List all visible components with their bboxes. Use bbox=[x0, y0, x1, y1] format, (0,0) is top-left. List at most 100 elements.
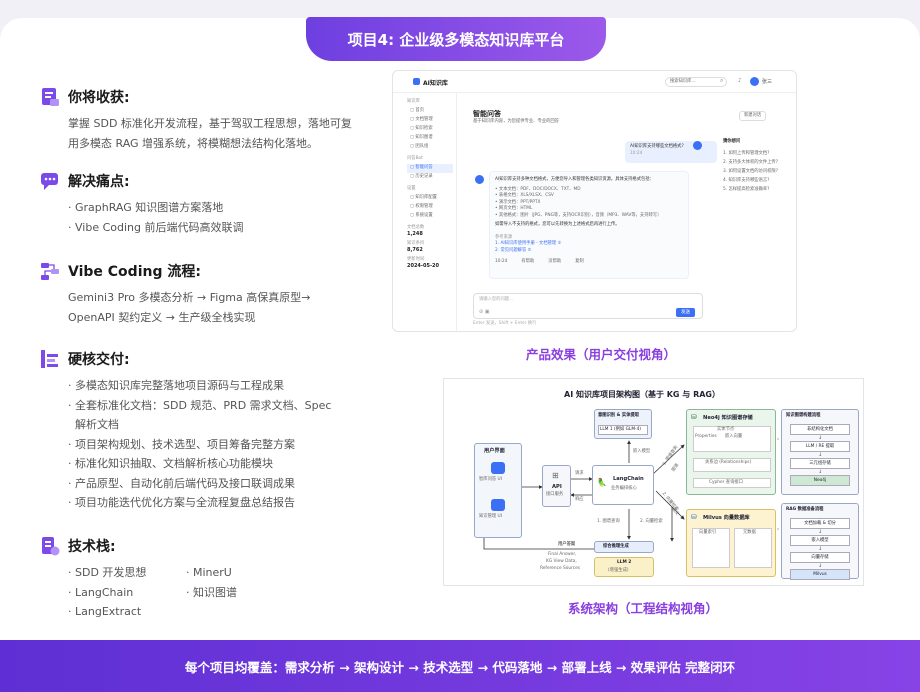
chat-page-subtitle: 基于知识库内容，为您提供专业、专业的回答 bbox=[473, 119, 559, 124]
nav-group: 问答Bot bbox=[407, 156, 423, 161]
pain-list: · GraphRAG 知识图谱方案落地 · Vibe Coding 前后端代码高效… bbox=[68, 198, 360, 237]
section-title: Vibe Coding 流程: bbox=[68, 264, 201, 280]
sidebar-item[interactable]: ▢ 历史记录 bbox=[407, 173, 453, 182]
search-input[interactable]: 搜索知识库... bbox=[665, 77, 727, 87]
sidebar-item[interactable]: ▢ 知识检索 bbox=[407, 125, 453, 134]
suggest-item[interactable]: 5. 怎样提高检索准确率? bbox=[723, 185, 795, 194]
reference-link[interactable]: 2. 常见问题解答 ② bbox=[495, 248, 683, 255]
list-item: · 知识图谱 bbox=[186, 585, 237, 599]
api-box: ⊞ API 接口服务 bbox=[542, 465, 571, 507]
bot-avatar-icon bbox=[475, 175, 484, 184]
section-stack: 技术栈: · SDD 开发思想 · LangChain · LangExtract … bbox=[40, 535, 370, 622]
sidebar-item[interactable]: ▢ 知识图谱 bbox=[407, 134, 453, 143]
chat-icon bbox=[40, 171, 60, 191]
bot-actions: 10:24 有帮助 没帮助 复制 bbox=[495, 259, 683, 266]
user-name: 张三 bbox=[762, 79, 773, 85]
suggest-list: 1. 如何上传和管理文档? 2. 支持多大体积的文件上传? 3. 如何设置文档的访问… bbox=[723, 149, 795, 194]
suggest-item[interactable]: 2. 支持多大体积的文件上传? bbox=[723, 158, 795, 167]
list-item: · MinerU bbox=[186, 566, 232, 579]
sidebar-item[interactable]: ▢ 首页 bbox=[407, 107, 453, 116]
stat-value: 1,248 bbox=[407, 231, 423, 237]
footer-banner: 每个项目均覆盖：需求分析 → 架构设计 → 技术选型 → 代码落地 → 部署上线… bbox=[0, 640, 920, 692]
bot-action: 10:24 bbox=[495, 259, 508, 264]
section-title: 硬核交付: bbox=[68, 352, 130, 368]
database-icon: ⛁ bbox=[691, 413, 697, 421]
flow-step: 向量存储 bbox=[790, 552, 850, 563]
qa-ui-icon bbox=[491, 462, 505, 474]
question-input[interactable]: 请输入您的问题... ⊘ ▣ 发送 bbox=[473, 293, 703, 319]
flow-step: 三元组存储 bbox=[790, 458, 850, 469]
vector-db-icon: ⛁ bbox=[691, 513, 697, 521]
bot-format-list: • 文本文档：PDF、DOC/DOCX、TXT、MD • 表格文档：XLS/XLS… bbox=[495, 187, 683, 220]
bot-action: 复制 bbox=[575, 259, 584, 264]
suggest-item[interactable]: 4. 知识库支持哪些语言? bbox=[723, 176, 795, 185]
search-icon[interactable]: ⌕ bbox=[720, 77, 723, 85]
document-icon bbox=[40, 87, 60, 107]
bot-action: 有帮助 bbox=[521, 259, 535, 264]
list-item: · 多模态知识库完整落地项目源码与工程成果 bbox=[68, 379, 284, 392]
section-text: 掌握 SDD 标准化开发流程，基于驾驭工程思想，落地可复用多模态 RAG 增强系… bbox=[68, 117, 352, 150]
stat-value: 2024-05-20 bbox=[407, 263, 439, 269]
sidebar-item[interactable]: ▢ 权限管理 bbox=[407, 203, 453, 212]
sidebar-item[interactable]: ▢ 智能问答 bbox=[407, 164, 453, 173]
architecture-diagram: AI 知识库项目架构图（基于 KG 与 RAG） 用户界面 智库问答 UI 知识… bbox=[443, 378, 864, 586]
chart-icon bbox=[40, 349, 60, 369]
flow-step: 非结构化文档 bbox=[790, 424, 850, 435]
section-title: 你将收获: bbox=[68, 90, 130, 106]
kb-ui-icon bbox=[491, 499, 505, 511]
langchain-box: 🦜 LangChain 业务编排核心 bbox=[592, 465, 654, 505]
sidebar-item[interactable]: ▢ 知识库配置 bbox=[407, 194, 453, 203]
attach-icon[interactable]: ⊘ ▣ bbox=[479, 309, 490, 315]
avatar[interactable] bbox=[750, 77, 759, 86]
bot-format-item: • 其他格式：图片（JPG、PNG等，支持OCR识别），音频（MP3、WAV等，… bbox=[495, 212, 662, 218]
list-item: · LangExtract bbox=[68, 605, 142, 618]
suggest-item[interactable]: 3. 如何设置文档的访问权限? bbox=[723, 167, 795, 176]
list-item: · 产品原型、自动化前后端代码及接口联调成果 bbox=[68, 476, 295, 490]
new-chat-button[interactable]: 新建对话 bbox=[739, 111, 767, 121]
list-item: · 全套标准化文档：SDD 规范、PRD 需求文档、Spec bbox=[68, 398, 332, 412]
flow-step: 嵌入模型 bbox=[790, 535, 850, 546]
stat-value: 8,762 bbox=[407, 247, 423, 253]
app-header: AI知识库 搜索知识库... ⌕ ♪ 张三 bbox=[393, 71, 796, 93]
architecture-caption: 系统架构（工程结构视角） bbox=[568, 601, 719, 616]
bell-icon[interactable]: ♪ bbox=[738, 77, 742, 84]
langchain-icon: 🦜 bbox=[597, 478, 607, 487]
sidebar-item[interactable]: ▢ 文档管理 bbox=[407, 116, 453, 125]
sidebar-item[interactable]: ▢ 系统设置 bbox=[407, 212, 453, 221]
stack-col-1: · SDD 开发思想 · LangChain · LangExtract bbox=[68, 563, 186, 622]
list-item: · 项目功能迭代优化方案与全流程复盘总结报告 bbox=[68, 496, 295, 509]
stack-col-2: · MinerU · 知识图谱 bbox=[186, 563, 237, 622]
flow-lines: Gemini3 Pro 多模态分析 → Figma 高保真原型→ OpenAPI … bbox=[68, 288, 370, 328]
product-caption: 产品效果（用户交付视角） bbox=[526, 347, 677, 362]
arch-title: AI 知识库项目架构图（基于 KG 与 RAG） bbox=[564, 390, 720, 399]
flow-line: OpenAPI 契约定义 → 生产级全栈实现 bbox=[68, 311, 256, 324]
kg-flow-box: 知识图谱构建流程 非结构化文档 ↓ LLM / RE 提取 ↓ 三元组存储 ↓ Neo4j bbox=[781, 409, 859, 495]
list-item: 解析文档 bbox=[68, 418, 119, 431]
send-button[interactable]: 发送 bbox=[676, 308, 695, 317]
deliver-list: · 多模态知识库完整落地项目源码与工程成果 · 全套标准化文档：SDD 规范、PR… bbox=[68, 376, 370, 513]
flow-step: 文档加载 & 切分 bbox=[790, 518, 850, 529]
product-screenshot: AI知识库 搜索知识库... ⌕ ♪ 张三 知识库 ▢ 首页 ▢ 文档管理 ▢ 知识检… bbox=[392, 70, 797, 332]
bot-message: AI知识库支持多种文档格式，方便您导入和管理各类知识资源。具体支持格式包括： •… bbox=[489, 171, 689, 279]
suggest-item[interactable]: 1. 如何上传和管理文档? bbox=[723, 149, 795, 158]
chat-page-title: 智能问答 bbox=[473, 110, 501, 118]
neo4j-box: ⛁ Neo4j 知识图谱存储 实体节点 Properties 嵌入向量 关系边 … bbox=[686, 409, 776, 495]
ui-box: 用户界面 智库问答 UI 知识管理 UI bbox=[474, 443, 522, 538]
bot-action: 没帮助 bbox=[548, 259, 562, 264]
flow-step: LLM / RE 提取 bbox=[790, 441, 850, 452]
section-pain: 解决痛点: · GraphRAG 知识图谱方案落地 · Vibe Coding 前… bbox=[40, 170, 360, 237]
list-item: · Vibe Coding 前后端代码高效联调 bbox=[68, 220, 244, 234]
section-title: 技术栈: bbox=[68, 539, 116, 555]
list-item: · GraphRAG 知识图谱方案落地 bbox=[68, 201, 224, 214]
sidebar: 知识库 ▢ 首页 ▢ 文档管理 ▢ 知识检索 ▢ 知识图谱 ▢ 团队组问答Bot ▢ 智能问… bbox=[393, 93, 457, 331]
flow-step: Neo4j bbox=[790, 475, 850, 486]
flow-step: Milvus bbox=[790, 569, 850, 580]
api-icon: ⊞ bbox=[552, 471, 559, 480]
list-item: · SDD 开发思想 bbox=[68, 566, 147, 579]
sidebar-item[interactable]: ▢ 团队组 bbox=[407, 143, 453, 152]
stack-icon bbox=[40, 536, 60, 556]
nav-group: 知识库 bbox=[407, 99, 420, 104]
rag-flow-box: RAG 数据准备流程 文档加载 & 切分 ↓ 嵌入模型 ↓ 向量存储 ↓ Milvus bbox=[781, 503, 859, 580]
list-item: · LangChain bbox=[68, 585, 134, 599]
flow-icon bbox=[40, 261, 60, 281]
